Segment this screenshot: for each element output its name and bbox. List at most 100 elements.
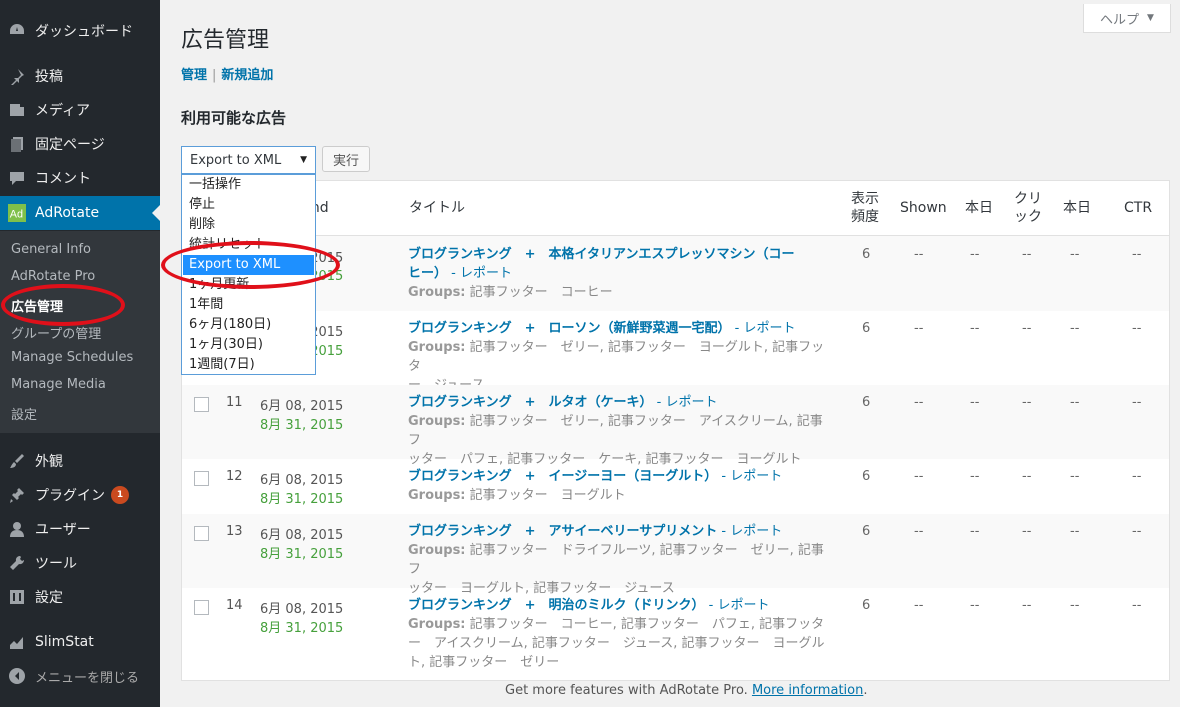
menu-media[interactable]: メディア [0,93,160,127]
bulk-action-selected: Export to XML [190,152,282,168]
row-checkbox[interactable] [194,526,209,541]
groups-text: 記事フッター ゼリー, 記事フッター ヨーグルト, 記事フッタ [408,340,825,374]
ad-title-link[interactable]: ブログランキング + アサイーベリーサプリメント [408,524,717,539]
today-clicks-value: -- [1070,247,1080,262]
ad-id: 11 [226,395,243,410]
menu-slimstat[interactable]: SlimStat [0,625,160,659]
report-link[interactable]: - レポート [709,598,770,613]
table-row: 14 6月 08, 2015 8月 31, 2015 ブログランキング + 明治… [182,588,1169,681]
menu-label: 外観 [35,454,63,470]
groups-label: Groups: [408,617,466,632]
menu-pages[interactable]: 固定ページ [0,127,160,161]
add-new-link[interactable]: 新規追加 [221,68,273,83]
ad-title-link[interactable]: ブログランキング + ローソン（新鮮野菜週一宅配） [408,321,731,336]
ctr-value: -- [1132,247,1142,262]
ad-title-link[interactable]: ブログランキング + 明治のミルク（ドリンク） [408,598,705,613]
caret-down-icon: ▼ [1147,13,1154,23]
row-checkbox[interactable] [194,600,209,615]
dropdown-option[interactable]: 6ヶ月(180日) [183,315,314,335]
impressions-value: 6 [862,524,871,539]
dropdown-arrow-icon: ▼ [300,155,307,165]
dropdown-option[interactable]: 1年間 [183,295,314,315]
col-header-today: 本日 [965,200,993,216]
menu-comments[interactable]: コメント [0,161,160,195]
submenu-ad-manage[interactable]: 広告管理 [11,296,63,315]
dropdown-option[interactable]: 統計リセット [183,235,314,255]
dropdown-option[interactable]: 停止 [183,195,314,215]
ad-title-link[interactable]: ブログランキング + ルタオ（ケーキ） [408,395,653,410]
start-date: 6月 08, 2015 [260,399,344,414]
end-date: 8月 31, 2015 [260,492,344,507]
menu-adrotate[interactable]: Ad AdRotate [0,196,160,230]
report-link[interactable]: - レポート [721,524,782,539]
submenu-adrotate-pro[interactable]: AdRotate Pro [11,269,95,284]
menu-label: 固定ページ [35,137,105,153]
dropdown-option-selected[interactable]: Export to XML [183,255,314,275]
shown-value: -- [914,469,924,484]
impressions-value: 6 [862,247,871,262]
update-count-badge: 1 [111,486,129,504]
dropdown-option[interactable]: 1ヶ月(30日) [183,335,314,355]
today-value: -- [970,395,980,410]
menu-settings[interactable]: 設定 [0,580,160,614]
dropdown-option[interactable]: 1週間(7日) [183,355,314,375]
ad-title-cell: ブログランキング + 本格イタリアンエスプレッソマシン（コー ヒー） - レポー… [408,245,828,302]
wrench-icon [8,554,26,572]
menu-dashboard[interactable]: ダッシュボード [0,14,160,48]
col-header-title[interactable]: タイトル [409,199,465,217]
adrotate-icon: Ad [8,204,26,222]
today-value: -- [970,469,980,484]
menu-appearance[interactable]: 外観 [0,444,160,478]
bulk-action-select[interactable]: Export to XML ▼ [181,146,316,174]
collapse-menu-button[interactable]: メニューを閉じる [0,659,160,693]
submenu-manage-media[interactable]: Manage Media [11,377,106,392]
dropdown-option[interactable]: 1ヶ月更新 [183,275,314,295]
submenu-general-info[interactable]: General Info [11,242,91,257]
shown-value: -- [914,598,924,613]
report-link[interactable]: - レポート [735,321,796,336]
pages-icon [8,135,26,153]
footer-text: Get more features with AdRotate Pro. [505,683,748,698]
menu-posts[interactable]: 投稿 [0,59,160,93]
submenu-manage-schedules[interactable]: Manage Schedules [11,350,133,365]
report-link[interactable]: - レポート [721,469,782,484]
ad-title-cell: ブログランキング + ローソン（新鮮野菜週一宅配） - レポート Groups:… [408,319,828,395]
settings-icon [8,588,26,606]
ad-title-cell: ブログランキング + ルタオ（ケーキ） - レポート Groups: 記事フッタ… [408,393,828,469]
menu-plugins[interactable]: プラグイン 1 [0,478,160,512]
help-tab-button[interactable]: ヘルプ ▼ [1083,4,1171,33]
apply-button[interactable]: 実行 [322,146,370,172]
today-clicks-value: -- [1070,524,1080,539]
today-value: -- [970,598,980,613]
shown-value: -- [914,247,924,262]
submenu-settings[interactable]: 設定 [11,404,37,423]
ad-title-link[interactable]: ブログランキング + イージーヨー（ヨーグルト） [408,469,717,484]
menu-users[interactable]: ユーザー [0,512,160,546]
today-clicks-value: -- [1070,321,1080,336]
groups-text: 記事フッター ヨーグルト [469,488,626,503]
row-checkbox[interactable] [194,471,209,486]
report-link[interactable]: - レポート [451,266,512,281]
dropdown-option[interactable]: 一括操作 [183,175,314,195]
col-header-shown: Shown [900,200,947,216]
ad-title-link-cont[interactable]: ヒー） [408,266,447,281]
row-checkbox[interactable] [194,397,209,412]
shown-value: -- [914,395,924,410]
dropdown-option[interactable]: 削除 [183,215,314,235]
pin-icon [8,67,26,85]
more-info-link[interactable]: More information [752,683,863,698]
ad-title-link[interactable]: ブログランキング + 本格イタリアンエスプレッソマシン（コー [408,247,794,262]
clicks-value: -- [1022,598,1032,613]
menu-label: メディア [35,103,91,119]
link-separator: | [212,68,217,83]
ctr-value: -- [1132,395,1142,410]
report-link[interactable]: - レポート [657,395,718,410]
table-row: 6月 08, 2015 8月 31, 2015 ブログランキング + ローソン（… [182,311,1169,393]
menu-tools[interactable]: ツール [0,546,160,580]
brush-icon [8,452,26,470]
chart-icon [8,633,26,651]
submenu-group-manage[interactable]: グループの管理 [11,323,101,342]
menu-label: ダッシュボード [35,24,133,40]
impressions-value: 6 [862,598,871,613]
manage-link[interactable]: 管理 [181,68,207,83]
